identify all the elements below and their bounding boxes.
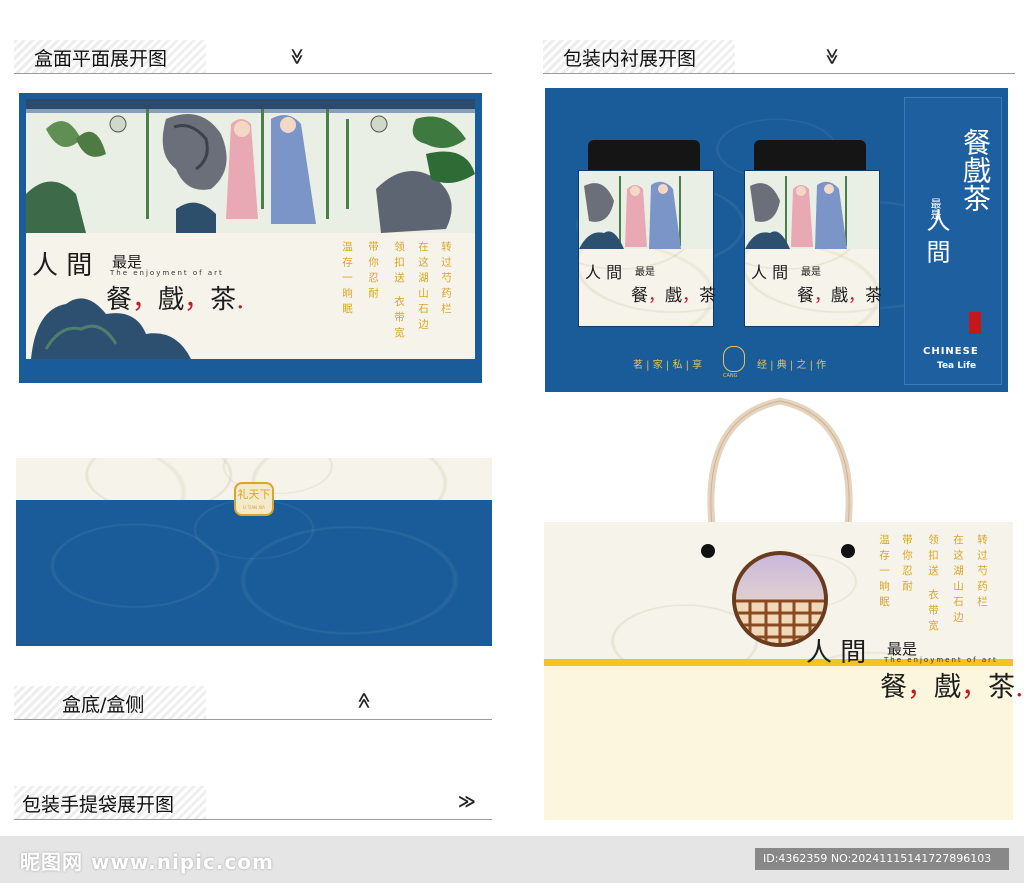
side-vertical-2: 餐戲茶 — [959, 128, 992, 212]
bag-poem-line-5: 温存一晌眠 — [878, 534, 890, 612]
logo-text: 礼天下 — [237, 488, 271, 501]
poem-line-4: 带你忍耐 — [367, 241, 379, 303]
tin-scene-illustration — [745, 171, 879, 249]
bag-poem-line-2: 在这湖山石边 — [952, 534, 964, 627]
eye-left-dot — [701, 544, 715, 558]
slogan-english: The enjoyment of art — [110, 269, 224, 277]
watermark-id-badge: ID:4362359 NO:20241115141727896103 — [755, 848, 1009, 870]
side-vertical-emph: 最是 — [929, 198, 942, 220]
eye-right-dot — [841, 544, 855, 558]
tin-slogan-emph: 最是 — [635, 267, 655, 278]
watermark-left-text: 昵图网 www.nipic.com — [20, 850, 274, 874]
tin-slogan-line2: 餐，戲，茶 — [631, 286, 716, 306]
slogan-line1: 人 間 — [32, 251, 93, 281]
tin-slogan-emph: 最是 — [801, 267, 821, 278]
section-header-box-bottom[interactable]: 盒底/盒侧 ≫ — [14, 686, 492, 720]
slogan-line2: 餐，戲，茶. — [106, 285, 245, 315]
section-header-box-plane[interactable]: 盒面平面展开图 ≫ — [14, 40, 492, 74]
red-seal — [969, 312, 981, 334]
bag-slogan-line2: 餐，戲，茶. — [880, 672, 1024, 703]
inner-liner-artwork: 人 間 最是 餐，戲，茶 人 間 最是 餐，戲，茶 茗 | 家 | 私 | 享 … — [545, 88, 1008, 392]
bag-handle-rope — [707, 397, 853, 526]
section-title: 盒面平面展开图 — [34, 48, 168, 70]
box-bottom-panel — [16, 500, 492, 646]
liner-tag-right: 经 | 典 | 之 | 作 — [757, 360, 827, 371]
section-title: 盒底/盒侧 — [62, 694, 145, 716]
tin-scene-illustration — [579, 171, 713, 249]
tin-slogan-line2: 餐，戲，茶 — [797, 286, 882, 306]
liner-chinese-label: CHINESE — [923, 346, 979, 357]
poem-line-2: 在这湖山石边 — [417, 241, 429, 334]
box-plane-artwork: 人 間 最是 The enjoyment of art 餐，戲，茶. 转过芍药栏… — [19, 93, 482, 383]
tea-tin-right: 人 間 最是 餐，戲，茶 — [744, 140, 882, 327]
tin-slogan-line1: 人 間 — [751, 263, 789, 282]
section-title: 包装内衬展开图 — [563, 48, 697, 70]
liner-tea-life-label: Tea Life — [937, 361, 977, 371]
liner-side-panel: 人 間 最是 餐戲茶 CHINESE Tea Life — [904, 97, 1002, 385]
poem-line-3: 领扣送 衣带宽 — [393, 241, 405, 343]
bag-poem-line-1: 转过芍药栏 — [976, 534, 988, 612]
watermark-id-text: ID:4362359 NO:20241115141727896103 — [763, 852, 992, 865]
litianxia-logo: 礼天下 LI TIAN XIA — [234, 482, 274, 516]
poem-line-1: 转过芍药栏 — [440, 241, 452, 319]
poem-line-5: 温存一晌眠 — [341, 241, 353, 319]
section-title: 包装手提袋展开图 — [22, 794, 175, 816]
box-plane-panel: 人 間 最是 The enjoyment of art 餐，戲，茶. 转过芍药栏… — [26, 99, 475, 359]
chevron-down-icon[interactable]: ≫ — [288, 48, 307, 63]
tin-slogan-line1: 人 間 — [585, 263, 623, 282]
section-header-inner-liner[interactable]: 包装内衬展开图 ≫ — [543, 40, 1015, 74]
bag-slogan-line1: 人 間 — [806, 638, 867, 668]
handbag-body: 转过芍药栏 在这湖山石边 领扣送 衣带宽 带你忍耐 温存一晌眠 人 間 最是 T… — [544, 522, 1024, 820]
section-header-handbag[interactable]: 包装手提袋展开图 ≫ — [14, 786, 492, 820]
liner-tag-left: 茗 | 家 | 私 | 享 — [633, 360, 703, 371]
watermark-footer: 昵图网 www.nipic.com ID:4362359 NO:20241115… — [0, 836, 1024, 883]
chevron-right-icon[interactable]: ≫ — [458, 792, 476, 812]
bag-poem-line-3: 领扣送 衣带宽 — [927, 534, 939, 636]
bag-poem-line-4: 带你忍耐 — [901, 534, 913, 596]
logo-sub-text: LI TIAN XIA — [243, 505, 265, 510]
liner-logo-sub: CANG — [723, 373, 738, 379]
chevron-up-icon[interactable]: ≫ — [354, 694, 373, 709]
bag-slogan-english: The enjoyment of art — [884, 656, 998, 664]
chevron-down-icon[interactable]: ≫ — [823, 48, 842, 63]
tea-tin-left: 人 間 最是 餐，戲，茶 — [578, 140, 716, 327]
garden-scene-illustration — [26, 99, 475, 233]
liner-logo — [723, 346, 745, 372]
